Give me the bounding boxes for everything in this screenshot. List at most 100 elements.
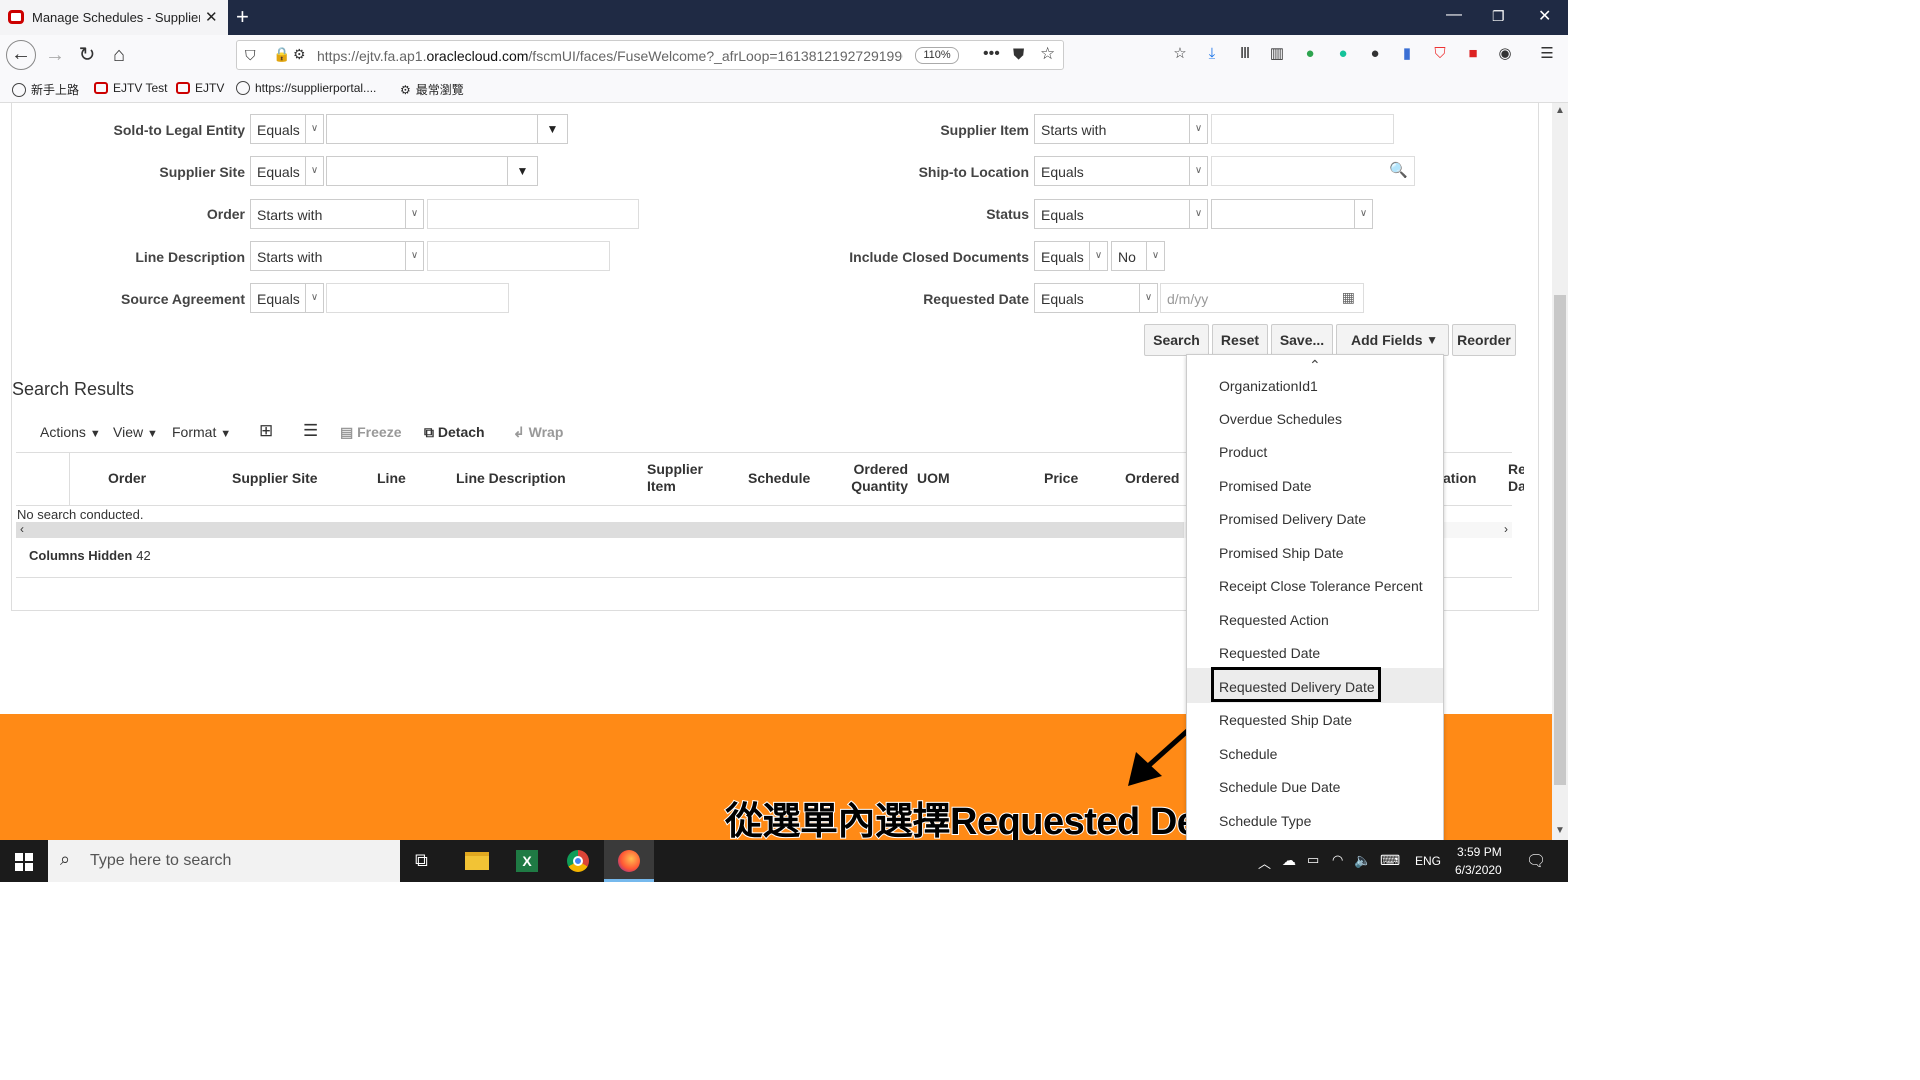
chrome-icon[interactable] xyxy=(553,840,603,882)
ship-to-location-input[interactable]: 🔍 xyxy=(1211,156,1415,186)
language-indicator[interactable]: ENG xyxy=(1415,854,1441,868)
bookmark-star-icon[interactable]: ☆ xyxy=(1040,44,1055,64)
wifi-icon[interactable]: ◠ xyxy=(1332,852,1343,868)
chevron-down-icon[interactable]: ∨ xyxy=(1139,284,1157,312)
filter-icon[interactable]: ☰ xyxy=(303,421,318,441)
permissions-icon[interactable]: ⚙ xyxy=(293,46,306,63)
scroll-left-icon[interactable]: ‹ xyxy=(20,522,24,536)
bookmark-ejtv[interactable]: EJTV xyxy=(176,81,224,95)
scrollbar-thumb[interactable] xyxy=(1554,295,1566,785)
search-icon[interactable]: 🔍 xyxy=(1389,161,1408,179)
reload-icon[interactable]: ↻ xyxy=(74,43,100,69)
clock-time[interactable]: 3:59 PM xyxy=(1457,845,1502,859)
new-tab-icon[interactable]: + xyxy=(236,4,249,30)
source-agreement-operator-select[interactable]: Equals ∨ xyxy=(250,283,324,313)
requested-date-input[interactable]: d/m/yy ▦ xyxy=(1160,283,1364,313)
pdf-extension-icon[interactable]: ■ xyxy=(1464,45,1482,63)
task-view-icon[interactable]: ⧉ xyxy=(415,850,428,871)
chevron-down-icon[interactable]: ∨ xyxy=(1354,200,1372,228)
pocket-icon[interactable]: ⛊ xyxy=(1013,46,1024,63)
order-operator-select[interactable]: Starts with ∨ xyxy=(250,199,424,229)
url-text[interactable]: https://ejtv.fa.ap1.oraclecloud.com/fscm… xyxy=(317,48,903,64)
sold-to-operator-select[interactable]: Equals ∨ xyxy=(250,114,324,144)
column-ordered[interactable]: Ordered xyxy=(1125,470,1179,487)
reading-list-icon[interactable]: ☆ xyxy=(1171,45,1189,63)
ship-to-location-operator-select[interactable]: Equals ∨ xyxy=(1034,156,1208,186)
wrap-button[interactable]: ↲ Wrap xyxy=(513,424,563,441)
status-value-select[interactable]: ∨ xyxy=(1211,199,1373,229)
grammarly-icon[interactable]: ● xyxy=(1334,45,1352,63)
scroll-up-icon[interactable]: ▲ xyxy=(1555,105,1565,116)
column-price[interactable]: Price xyxy=(1044,470,1078,487)
column-line-description[interactable]: Line Description xyxy=(456,470,566,487)
more-icon[interactable]: ••• xyxy=(983,45,1000,63)
view-menu[interactable]: View ▼ xyxy=(113,424,158,440)
windows-start-icon[interactable] xyxy=(15,853,33,871)
menu-item[interactable]: Schedule Type xyxy=(1219,813,1311,829)
close-window-icon[interactable]: ✕ xyxy=(1538,6,1551,26)
extensions-icon[interactable]: ◉ xyxy=(1496,45,1514,63)
volume-icon[interactable]: 🔈 xyxy=(1354,852,1371,869)
forward-arrow-icon[interactable]: → xyxy=(42,43,68,69)
browser-tab[interactable]: Manage Schedules - Supplier P ✕ xyxy=(0,0,228,35)
shield-icon[interactable]: ⛉ xyxy=(245,47,256,64)
supplier-site-input[interactable]: ▼ xyxy=(326,156,538,186)
column-supplier-site[interactable]: Supplier Site xyxy=(232,470,318,487)
menu-item[interactable]: Receipt Close Tolerance Percent xyxy=(1219,578,1423,594)
battery-icon[interactable]: ▭ xyxy=(1307,852,1319,868)
shield-extension-icon[interactable]: ⛉ xyxy=(1431,45,1449,63)
taskbar-search-box[interactable]: ⌕ Type here to search xyxy=(48,840,400,882)
supplier-item-operator-select[interactable]: Starts with ∨ xyxy=(1034,114,1208,144)
lock-icon[interactable]: 🔒 xyxy=(273,46,290,63)
menu-item[interactable]: Requested Date xyxy=(1219,645,1320,661)
status-operator-select[interactable]: Equals ∨ xyxy=(1034,199,1208,229)
vertical-scrollbar[interactable]: ▲ ▼ xyxy=(1552,103,1568,840)
chevron-down-icon[interactable]: ∨ xyxy=(1189,157,1207,185)
chevron-down-icon[interactable]: ∨ xyxy=(1189,200,1207,228)
include-closed-operator-select[interactable]: Equals ∨ xyxy=(1034,241,1108,271)
bookmark-getting-started[interactable]: 新手上路 xyxy=(12,81,79,98)
menu-item[interactable]: OrganizationId1 xyxy=(1219,378,1318,394)
notifications-icon[interactable]: 🗨 xyxy=(1526,851,1546,871)
column-ordered-quantity[interactable]: Ordered Quantity xyxy=(846,461,908,495)
include-closed-value-select[interactable]: No ∨ xyxy=(1111,241,1165,271)
firefox-icon[interactable] xyxy=(604,840,654,882)
bookmark-ejtv-test[interactable]: EJTV Test xyxy=(94,81,167,95)
clock-date[interactable]: 6/3/2020 xyxy=(1455,863,1502,877)
source-agreement-input[interactable] xyxy=(326,283,509,313)
bookmark-most-visited[interactable]: ⚙ 最常瀏覽 xyxy=(400,81,464,98)
bookmark-supplierportal[interactable]: https://supplierportal.... xyxy=(236,81,376,95)
chevron-down-icon[interactable]: ∨ xyxy=(1146,242,1164,270)
file-explorer-icon[interactable] xyxy=(452,840,502,882)
chevron-down-icon[interactable]: ∨ xyxy=(405,242,423,270)
reset-button[interactable]: Reset xyxy=(1212,324,1268,356)
scroll-right-icon[interactable]: › xyxy=(1504,522,1508,536)
query-by-example-icon[interactable]: ⊞ xyxy=(259,421,273,441)
restore-icon[interactable]: ❐ xyxy=(1492,8,1505,25)
address-bar[interactable]: ⛉ 🔒 ⚙ https://ejtv.fa.ap1.oraclecloud.co… xyxy=(236,40,1064,70)
chevron-down-icon[interactable]: ∨ xyxy=(1189,115,1207,143)
tray-chevron-icon[interactable]: ︿ xyxy=(1258,853,1271,872)
column-line[interactable]: Line xyxy=(377,470,406,487)
actions-menu[interactable]: Actions ▼ xyxy=(40,424,101,440)
line-description-input[interactable] xyxy=(427,241,610,271)
menu-item[interactable]: Requested Ship Date xyxy=(1219,712,1352,728)
scroll-up-chevron-icon[interactable]: ⌃ xyxy=(1309,357,1321,374)
menu-item[interactable]: Requested Action xyxy=(1219,612,1329,628)
format-menu[interactable]: Format ▼ xyxy=(172,424,231,440)
supplier-item-input[interactable] xyxy=(1211,114,1394,144)
account-icon[interactable]: ● xyxy=(1366,45,1384,63)
onedrive-icon[interactable]: ☁ xyxy=(1282,852,1296,869)
sold-to-legal-entity-input[interactable]: ▼ xyxy=(326,114,568,144)
chevron-down-icon[interactable]: ∨ xyxy=(305,284,323,312)
minimize-icon[interactable]: — xyxy=(1446,6,1462,24)
back-arrow-icon[interactable]: ← xyxy=(6,40,36,70)
add-fields-button[interactable]: Add Fields ▼ xyxy=(1336,324,1449,356)
chevron-down-icon[interactable]: ∨ xyxy=(305,115,323,143)
check-extension-icon[interactable]: ● xyxy=(1301,45,1319,63)
order-input[interactable] xyxy=(427,199,639,229)
sidebar-icon[interactable]: ▥ xyxy=(1268,45,1286,63)
save-button[interactable]: Save... xyxy=(1271,324,1333,356)
detach-button[interactable]: ⧉ Detach xyxy=(424,424,485,441)
menu-item[interactable]: Overdue Schedules xyxy=(1219,411,1342,427)
